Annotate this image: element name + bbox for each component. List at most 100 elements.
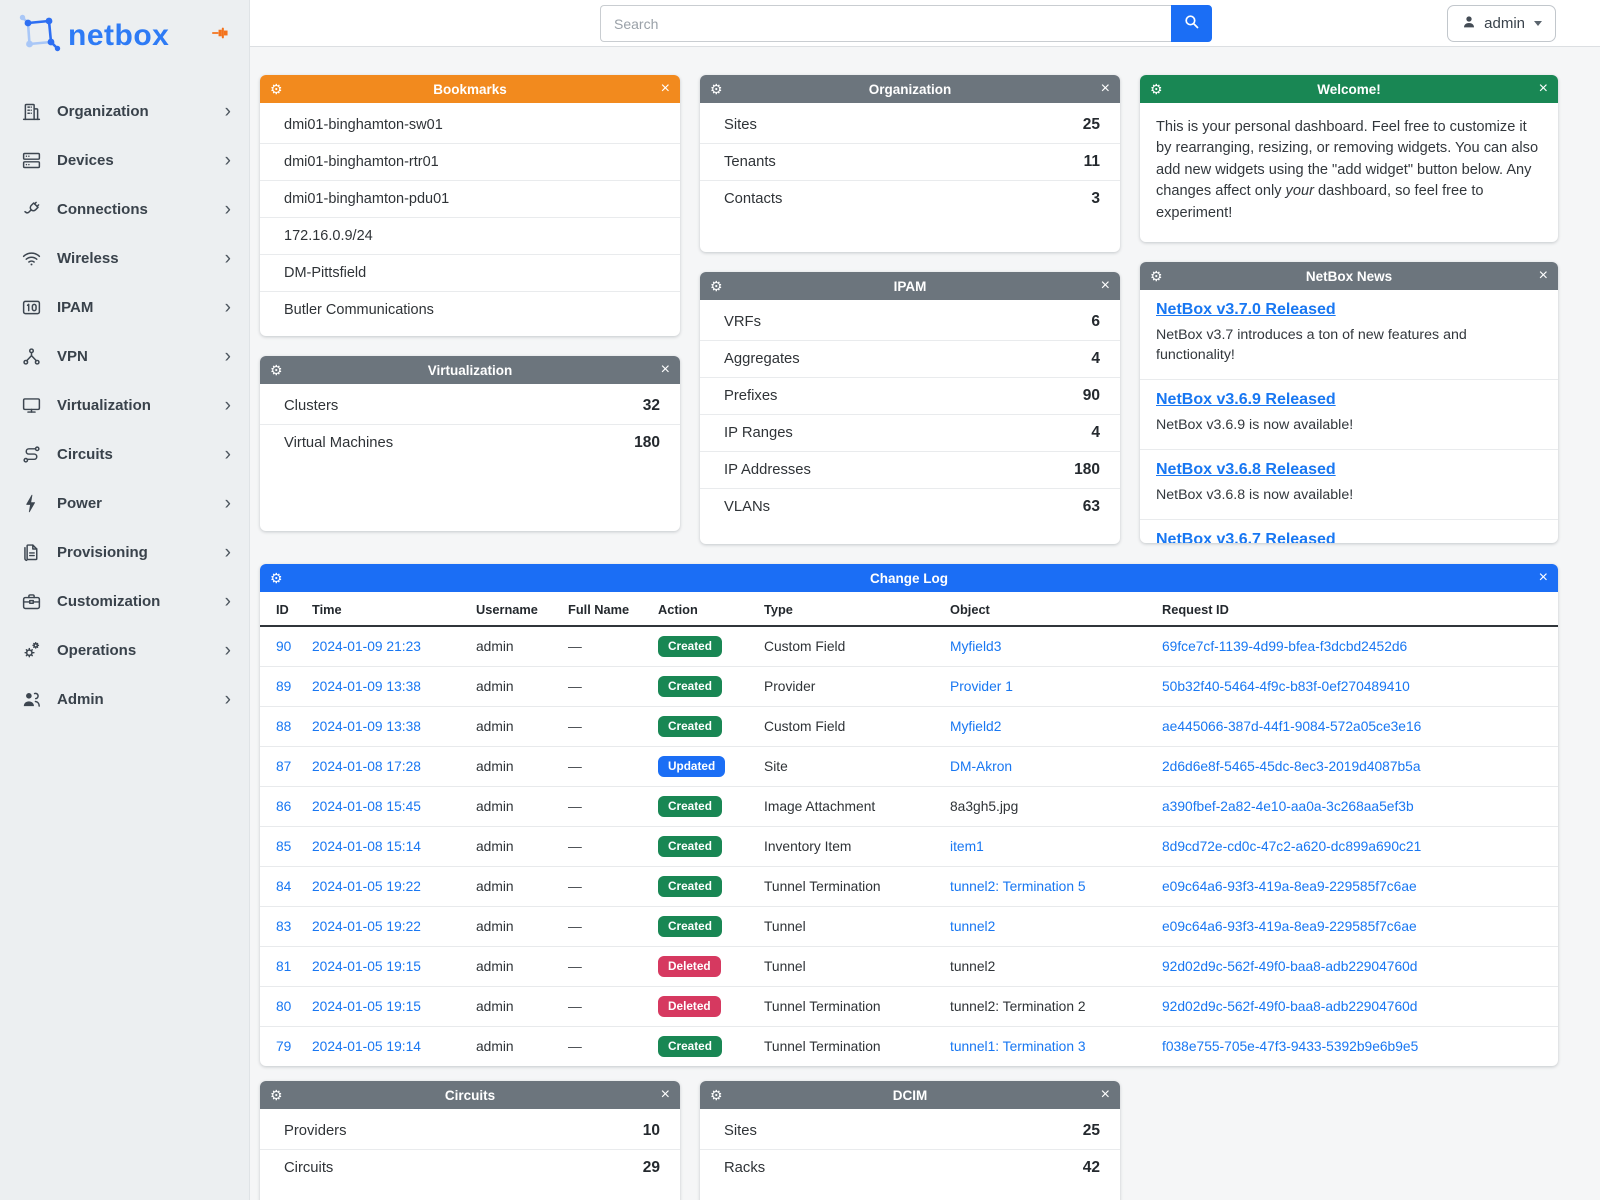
changelog-id-link[interactable]: 86 — [276, 799, 291, 814]
changelog-time-link[interactable]: 2024-01-05 19:15 — [312, 999, 421, 1014]
logo[interactable]: netbox — [0, 0, 249, 75]
sidebar-item-power[interactable]: Power› — [0, 479, 249, 528]
changelog-request-link[interactable]: 2d6d6e8f-5465-45dc-8ec3-2019d4087b5a — [1162, 759, 1421, 774]
changelog-request-link[interactable]: ae445066-387d-44f1-9084-572a05ce3e16 — [1162, 719, 1421, 734]
sidebar-item-ipam[interactable]: IPAM› — [0, 283, 249, 332]
gear-icon[interactable]: ⚙ — [270, 570, 290, 587]
bookmark-item[interactable]: Butler Communications — [260, 292, 680, 328]
stat-label[interactable]: Sites — [724, 117, 757, 133]
changelog-object[interactable]: tunnel1: Termination 3 — [950, 1039, 1086, 1054]
changelog-time-link[interactable]: 2024-01-05 19:22 — [312, 919, 421, 934]
stat-label[interactable]: VRFs — [724, 314, 761, 330]
changelog-object[interactable]: item1 — [950, 839, 984, 854]
stat-label[interactable]: Clusters — [284, 398, 338, 414]
sidebar-item-provisioning[interactable]: Provisioning› — [0, 528, 249, 577]
close-icon[interactable]: × — [650, 1087, 670, 1103]
changelog-request-link[interactable]: 8d9cd72e-cd0c-47c2-a620-dc899a690c21 — [1162, 839, 1421, 854]
gear-icon[interactable]: ⚙ — [1150, 268, 1170, 285]
changelog-request-link[interactable]: 50b32f40-5464-4f9c-b83f-0ef270489410 — [1162, 679, 1410, 694]
bookmark-item[interactable]: DM-Pittsfield — [260, 255, 680, 292]
changelog-object[interactable]: Provider 1 — [950, 679, 1013, 694]
close-icon[interactable]: × — [650, 81, 670, 97]
changelog-time-link[interactable]: 2024-01-08 17:28 — [312, 759, 421, 774]
news-link[interactable]: NetBox v3.6.8 Released — [1156, 461, 1336, 479]
bookmark-item[interactable]: dmi01-binghamton-rtr01 — [260, 144, 680, 181]
stat-label[interactable]: Racks — [724, 1160, 765, 1176]
changelog-time-link[interactable]: 2024-01-08 15:45 — [312, 799, 421, 814]
changelog-id-link[interactable]: 90 — [276, 639, 291, 654]
gear-icon[interactable]: ⚙ — [710, 1087, 730, 1104]
stat-label[interactable]: Aggregates — [724, 351, 800, 367]
changelog-time-link[interactable]: 2024-01-09 21:23 — [312, 639, 421, 654]
changelog-id-link[interactable]: 87 — [276, 759, 291, 774]
gear-icon[interactable]: ⚙ — [710, 81, 730, 98]
stat-label[interactable]: Virtual Machines — [284, 435, 393, 451]
changelog-id-link[interactable]: 80 — [276, 999, 291, 1014]
changelog-time-link[interactable]: 2024-01-05 19:14 — [312, 1039, 421, 1054]
changelog-object[interactable]: Myfield3 — [950, 639, 1001, 654]
close-icon[interactable]: × — [1528, 268, 1548, 284]
gear-icon[interactable]: ⚙ — [270, 81, 290, 98]
changelog-id-link[interactable]: 89 — [276, 679, 291, 694]
changelog-time-link[interactable]: 2024-01-05 19:22 — [312, 879, 421, 894]
stat-label[interactable]: IP Ranges — [724, 425, 793, 441]
close-icon[interactable]: × — [1090, 278, 1110, 294]
sidebar-item-vpn[interactable]: VPN› — [0, 332, 249, 381]
changelog-time-link[interactable]: 2024-01-09 13:38 — [312, 679, 421, 694]
changelog-object[interactable]: DM-Akron — [950, 759, 1012, 774]
changelog-id-link[interactable]: 81 — [276, 959, 291, 974]
search-input[interactable] — [600, 5, 1171, 42]
changelog-id-link[interactable]: 83 — [276, 919, 291, 934]
gear-icon[interactable]: ⚙ — [270, 362, 290, 379]
changelog-id-link[interactable]: 79 — [276, 1039, 291, 1054]
changelog-time-link[interactable]: 2024-01-05 19:15 — [312, 959, 421, 974]
changelog-request-link[interactable]: f038e755-705e-47f3-9433-5392b9e6b9e5 — [1162, 1039, 1418, 1054]
sidebar-item-wireless[interactable]: Wireless› — [0, 234, 249, 283]
pin-sidebar-icon[interactable] — [211, 24, 231, 47]
close-icon[interactable]: × — [1090, 1087, 1110, 1103]
sidebar-item-virtualization[interactable]: Virtualization› — [0, 381, 249, 430]
sidebar-item-connections[interactable]: Connections› — [0, 185, 249, 234]
close-icon[interactable]: × — [1528, 81, 1548, 97]
changelog-request-link[interactable]: a390fbef-2a82-4e10-aa0a-3c268aa5ef3b — [1162, 799, 1414, 814]
changelog-object[interactable]: tunnel2 — [950, 919, 995, 934]
stat-label[interactable]: Circuits — [284, 1160, 333, 1176]
sidebar-item-devices[interactable]: Devices› — [0, 136, 249, 185]
stat-label[interactable]: Providers — [284, 1123, 347, 1139]
close-icon[interactable]: × — [1090, 81, 1110, 97]
stat-label[interactable]: IP Addresses — [724, 462, 811, 478]
stat-label[interactable]: Tenants — [724, 154, 776, 170]
user-menu-button[interactable]: admin — [1447, 5, 1556, 42]
stat-label[interactable]: Sites — [724, 1123, 757, 1139]
stat-label[interactable]: VLANs — [724, 499, 770, 515]
sidebar-item-admin[interactable]: Admin› — [0, 675, 249, 724]
changelog-id-link[interactable]: 88 — [276, 719, 291, 734]
news-link[interactable]: NetBox v3.7.0 Released — [1156, 301, 1336, 319]
sidebar-item-circuits[interactable]: Circuits› — [0, 430, 249, 479]
stat-label[interactable]: Prefixes — [724, 388, 777, 404]
changelog-request-link[interactable]: 69fce7cf-1139-4d99-bfea-f3dcbd2452d6 — [1162, 639, 1407, 654]
sidebar-item-customization[interactable]: Customization› — [0, 577, 249, 626]
gear-icon[interactable]: ⚙ — [710, 278, 730, 295]
close-icon[interactable]: × — [650, 362, 670, 378]
changelog-id-link[interactable]: 84 — [276, 879, 291, 894]
changelog-request-link[interactable]: e09c64a6-93f3-419a-8ea9-229585f7c6ae — [1162, 879, 1417, 894]
changelog-time-link[interactable]: 2024-01-09 13:38 — [312, 719, 421, 734]
sidebar-item-operations[interactable]: Operations› — [0, 626, 249, 675]
changelog-request-link[interactable]: 92d02d9c-562f-49f0-baa8-adb22904760d — [1162, 959, 1417, 974]
news-link[interactable]: NetBox v3.6.9 Released — [1156, 391, 1336, 409]
gear-icon[interactable]: ⚙ — [270, 1087, 290, 1104]
stat-label[interactable]: Contacts — [724, 191, 782, 207]
close-icon[interactable]: × — [1528, 570, 1548, 586]
gear-icon[interactable]: ⚙ — [1150, 81, 1170, 98]
changelog-object[interactable]: Myfield2 — [950, 719, 1001, 734]
changelog-request-link[interactable]: e09c64a6-93f3-419a-8ea9-229585f7c6ae — [1162, 919, 1417, 934]
bookmark-item[interactable]: dmi01-binghamton-pdu01 — [260, 181, 680, 218]
search-button[interactable] — [1171, 5, 1212, 42]
changelog-id-link[interactable]: 85 — [276, 839, 291, 854]
bookmark-item[interactable]: dmi01-binghamton-sw01 — [260, 107, 680, 144]
sidebar-item-organization[interactable]: Organization› — [0, 87, 249, 136]
bookmark-item[interactable]: 172.16.0.9/24 — [260, 218, 680, 255]
changelog-request-link[interactable]: 92d02d9c-562f-49f0-baa8-adb22904760d — [1162, 999, 1417, 1014]
news-link[interactable]: NetBox v3.6.7 Released — [1156, 531, 1336, 544]
